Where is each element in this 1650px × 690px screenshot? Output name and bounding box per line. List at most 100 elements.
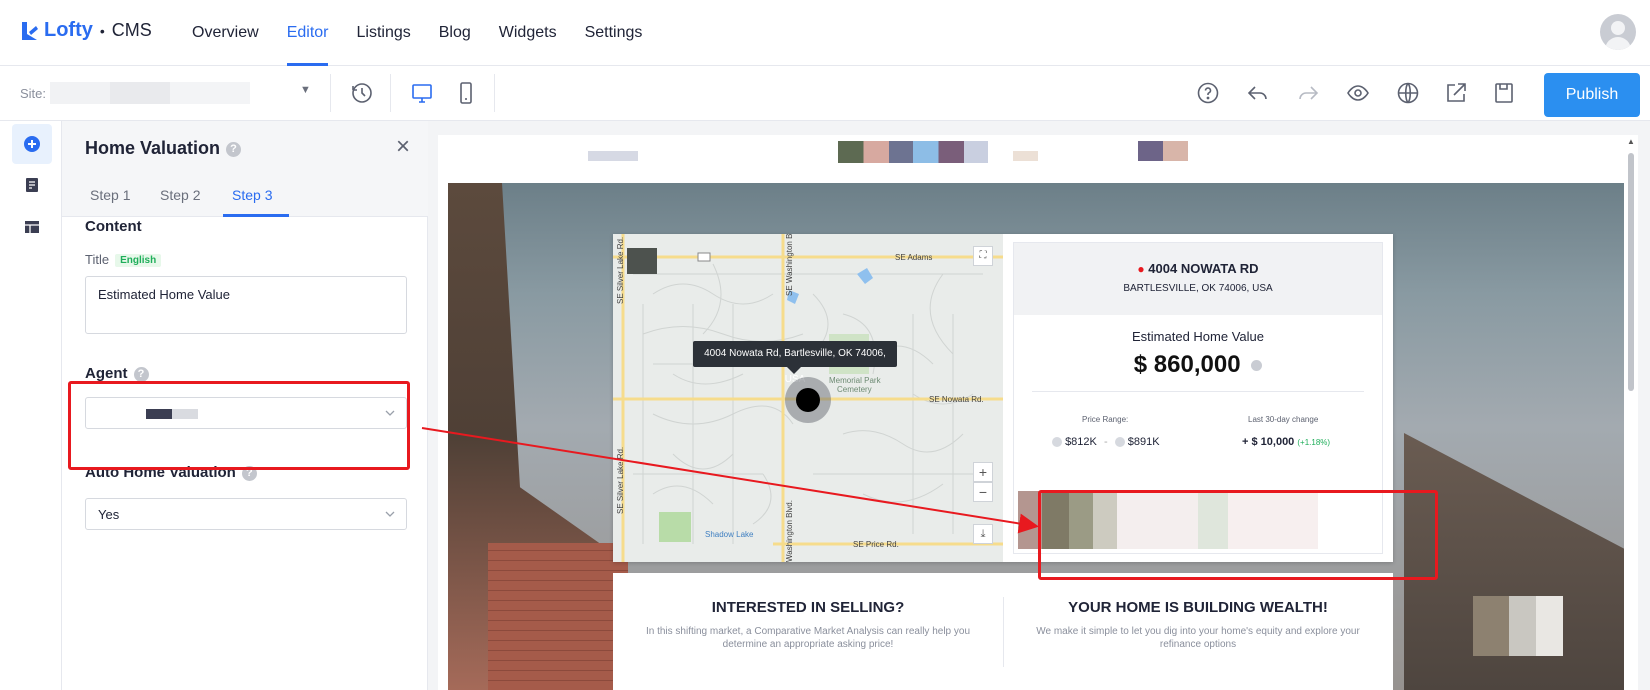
panel-title-text: Home Valuation bbox=[85, 138, 221, 158]
tab-editor[interactable]: Editor bbox=[273, 0, 343, 66]
preview-logo-blur bbox=[588, 151, 638, 161]
layout-icon[interactable] bbox=[12, 207, 52, 247]
top-nav: Lofty • CMS Overview Editor Listings Blo… bbox=[0, 0, 1650, 66]
help-icon[interactable]: ? bbox=[226, 141, 242, 157]
user-avatar[interactable] bbox=[1600, 14, 1636, 50]
map-marker-icon[interactable] bbox=[796, 388, 820, 412]
toolbar-divider bbox=[494, 74, 495, 112]
preview-scrollbar[interactable]: ▲ bbox=[1624, 135, 1638, 690]
estimate-value-text: $ 860,000 bbox=[1133, 351, 1241, 378]
title-textarea[interactable]: Estimated Home Value bbox=[85, 276, 407, 334]
tab-settings[interactable]: Settings bbox=[571, 0, 657, 66]
tab-widgets[interactable]: Widgets bbox=[485, 0, 571, 66]
preview-site-header bbox=[438, 135, 1624, 183]
help-icon[interactable]: ? bbox=[133, 366, 149, 382]
location-map[interactable]: SE Adams SE Nowata Rd. SE Price Rd. SE S… bbox=[613, 234, 1003, 562]
globe-icon[interactable] bbox=[1394, 79, 1422, 107]
agent-highlight-box bbox=[68, 381, 410, 470]
download-icon[interactable]: ⤓ bbox=[973, 524, 993, 544]
price-high: $891K bbox=[1127, 436, 1160, 448]
street-label: SE Adams bbox=[895, 253, 933, 262]
lofty-logo-icon bbox=[22, 21, 38, 40]
editor-canvas: SE Adams SE Nowata Rd. SE Price Rd. SE S… bbox=[428, 121, 1650, 690]
estimate-label: Estimated Home Value bbox=[1132, 329, 1264, 344]
close-icon[interactable]: × bbox=[396, 133, 410, 161]
address-header: ● 4004 NOWATA RD BARTLESVILLE, OK 74006,… bbox=[1014, 243, 1382, 315]
house-brick-image bbox=[488, 543, 628, 690]
content-section-title: Content bbox=[85, 218, 142, 235]
street-label: SE Silver Lake Rd. bbox=[616, 446, 625, 514]
brand-name: Lofty bbox=[44, 19, 93, 41]
tab-listings[interactable]: Listings bbox=[342, 0, 424, 66]
address-line-2: BARTLESVILLE, OK 74006, USA bbox=[1123, 283, 1273, 294]
tab-step-1[interactable]: Step 1 bbox=[90, 187, 130, 203]
redo-icon[interactable] bbox=[1294, 79, 1322, 107]
caret-down-icon[interactable]: ▼ bbox=[300, 84, 311, 96]
preview-nav-blur bbox=[1138, 141, 1188, 161]
main-nav-tabs: Overview Editor Listings Blog Widgets Se… bbox=[192, 0, 657, 66]
chat-widget-blur[interactable] bbox=[1473, 596, 1563, 656]
zoom-in-button[interactable]: + bbox=[973, 462, 993, 482]
editor-toolbar: Site: ▼ bbox=[0, 66, 1650, 121]
price-separator: - bbox=[1103, 436, 1108, 448]
toolbar-divider bbox=[330, 74, 331, 112]
arrow-down-icon bbox=[1052, 437, 1062, 448]
preview-eye-icon[interactable] bbox=[1344, 79, 1372, 107]
page-preview[interactable]: SE Adams SE Nowata Rd. SE Price Rd. SE S… bbox=[438, 135, 1624, 690]
scrollbar-thumb[interactable] bbox=[1628, 153, 1634, 391]
price-low: $812K bbox=[1065, 436, 1097, 448]
title-field-label: Title English bbox=[85, 252, 162, 268]
zoom-out-button[interactable]: − bbox=[973, 482, 993, 502]
price-range-label: Price Range: bbox=[1082, 415, 1129, 424]
info-icon[interactable] bbox=[1251, 360, 1263, 372]
active-step-indicator bbox=[223, 214, 289, 217]
tab-step-2[interactable]: Step 2 bbox=[160, 187, 200, 203]
step-tabs: Step 1 Step 2 Step 3 bbox=[62, 173, 428, 217]
preview-nav-blur bbox=[838, 141, 988, 163]
agent-title-text: Agent bbox=[85, 365, 128, 382]
tab-overview[interactable]: Overview bbox=[192, 0, 273, 66]
cta-cards: INTERESTED IN SELLING? In this shifting … bbox=[613, 573, 1393, 690]
fullscreen-icon[interactable]: ⛶ bbox=[973, 246, 993, 266]
history-icon[interactable] bbox=[348, 79, 376, 107]
hero-section: SE Adams SE Nowata Rd. SE Price Rd. SE S… bbox=[448, 183, 1624, 690]
change-values: + $ 10,000 (+1.18%) bbox=[1242, 436, 1330, 448]
agent-section-title: Agent? bbox=[85, 365, 149, 382]
address-line-1-text: 4004 NOWATA RD bbox=[1148, 261, 1259, 276]
address-line-1: ● 4004 NOWATA RD bbox=[1014, 261, 1382, 276]
street-label: SE Price Rd. bbox=[853, 540, 899, 549]
street-label: Shadow Lake bbox=[705, 530, 754, 539]
agent-info-highlight-box bbox=[1038, 490, 1438, 580]
change-value: + $ 10,000 bbox=[1242, 436, 1295, 448]
location-pin-icon: ● bbox=[1137, 262, 1145, 276]
panel-header: Home Valuation? × bbox=[62, 121, 428, 173]
site-select-value[interactable] bbox=[50, 82, 250, 104]
brand-separator: • bbox=[99, 22, 105, 39]
selling-card-title: INTERESTED IN SELLING? bbox=[711, 599, 905, 616]
save-icon[interactable] bbox=[1490, 79, 1518, 107]
mobile-view-icon[interactable] bbox=[452, 79, 480, 107]
change-label: Last 30-day change bbox=[1248, 415, 1319, 424]
change-percent: (+1.18%) bbox=[1297, 438, 1331, 447]
street-label: SE Washington Bl bbox=[785, 234, 794, 296]
scroll-up-icon[interactable]: ▲ bbox=[1627, 137, 1635, 146]
panel-title: Home Valuation? bbox=[85, 138, 242, 159]
wealth-card-title: YOUR HOME IS BUILDING WEALTH! bbox=[1068, 599, 1328, 616]
auto-valuation-select[interactable]: Yes bbox=[85, 498, 407, 530]
help-icon[interactable] bbox=[1194, 79, 1222, 107]
toolbar-divider bbox=[390, 74, 391, 112]
app-logo[interactable]: Lofty • CMS bbox=[20, 19, 152, 42]
tab-blog[interactable]: Blog bbox=[425, 0, 485, 66]
add-element-icon[interactable] bbox=[12, 124, 52, 164]
product-name: CMS bbox=[111, 20, 152, 40]
price-range-values: $812K - $891K bbox=[1052, 436, 1160, 448]
page-icon[interactable] bbox=[12, 165, 52, 205]
divider bbox=[1032, 391, 1364, 392]
desktop-view-icon[interactable] bbox=[408, 79, 436, 107]
arrow-up-icon bbox=[1114, 437, 1125, 448]
publish-button[interactable]: Publish bbox=[1544, 73, 1640, 117]
undo-icon[interactable] bbox=[1244, 79, 1272, 107]
tab-step-3[interactable]: Step 3 bbox=[232, 187, 272, 203]
preview-nav-blur bbox=[1013, 151, 1038, 161]
share-icon[interactable] bbox=[1442, 79, 1470, 107]
